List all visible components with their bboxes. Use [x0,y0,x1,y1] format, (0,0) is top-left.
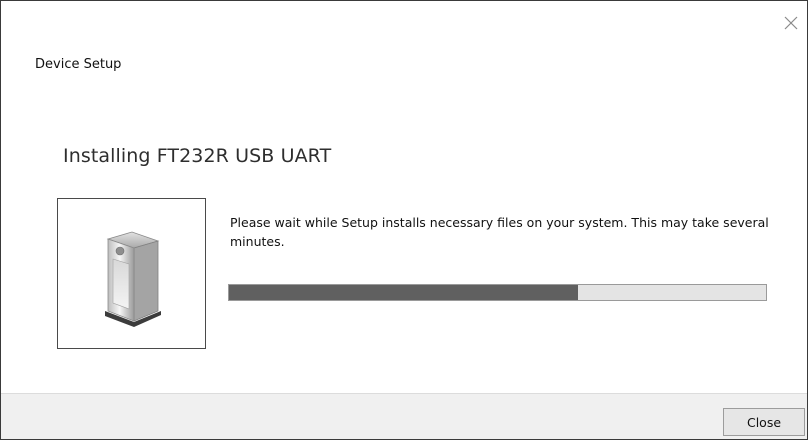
device-image-frame [57,198,206,349]
device-tower-icon [105,231,161,327]
device-setup-window: Device Setup Installing FT232R USB UART [0,0,808,440]
install-progress-bar [228,284,767,301]
window-title: Device Setup [35,57,122,72]
dialog-footer: Close [1,393,807,439]
status-message: Please wait while Setup installs necessa… [230,215,769,249]
progress-fill [229,285,579,300]
page-title: Installing FT232R USB UART [63,145,332,167]
close-button[interactable]: Close [723,408,805,436]
close-window-icon[interactable] [781,13,801,33]
